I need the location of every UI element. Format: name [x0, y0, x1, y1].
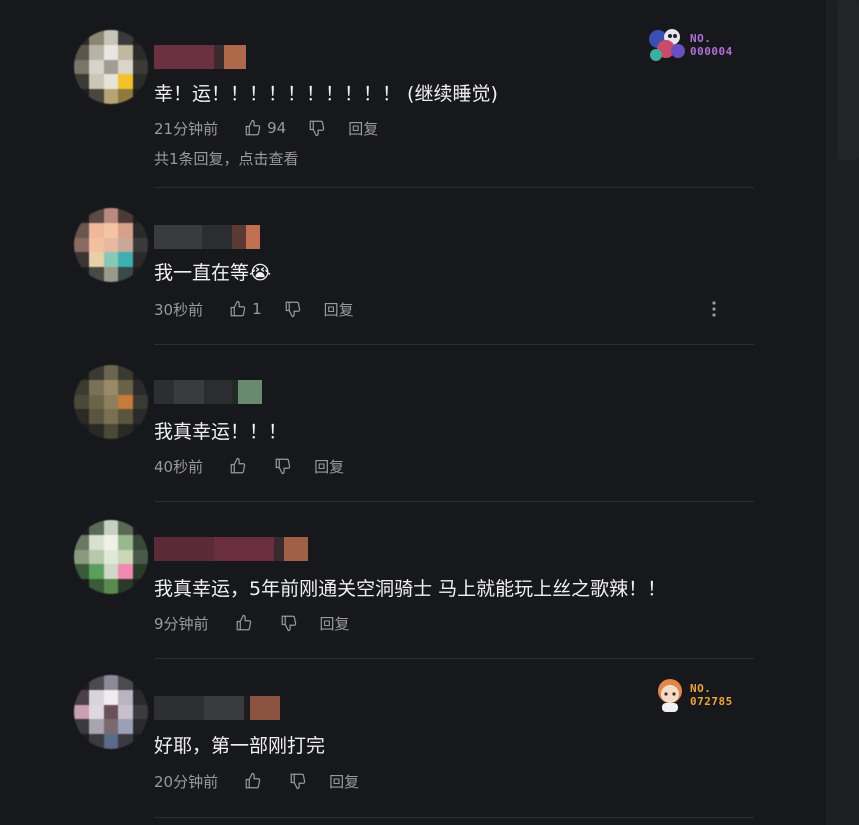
- comment-actions: 40秒前 回复: [154, 455, 344, 477]
- like-button[interactable]: [244, 772, 267, 790]
- thumbs-up-icon: [245, 119, 261, 136]
- thumbs-up-icon: [245, 772, 261, 789]
- username[interactable]: [154, 696, 280, 720]
- scrollbar-thumb[interactable]: [838, 0, 859, 160]
- username[interactable]: [154, 537, 308, 561]
- reply-button[interactable]: 回复: [329, 771, 359, 792]
- username[interactable]: [154, 45, 246, 69]
- comment-time: 9分钟前: [154, 614, 209, 633]
- like-button[interactable]: [229, 457, 252, 475]
- reply-button[interactable]: 回复: [320, 613, 350, 634]
- fan-badge: NO. 072785: [652, 675, 733, 715]
- like-button[interactable]: [235, 614, 258, 632]
- username[interactable]: [154, 380, 262, 404]
- badge-art-icon: [652, 675, 688, 715]
- like-count: 94: [267, 119, 287, 137]
- divider: [154, 817, 754, 818]
- like-count: 1: [252, 300, 262, 318]
- comment-time: 21分钟前: [154, 119, 219, 138]
- avatar[interactable]: [74, 30, 148, 104]
- avatar[interactable]: [74, 520, 148, 594]
- thumbs-up-icon: [236, 614, 251, 631]
- dislike-button[interactable]: [284, 300, 302, 318]
- thumbs-up-icon: [230, 300, 246, 317]
- reply-button[interactable]: 回复: [314, 456, 344, 477]
- reply-button[interactable]: 回复: [324, 299, 354, 320]
- comment-item: 我真幸运！！！ 40秒前 回复: [0, 345, 826, 502]
- comment-list: NO. 000004 幸！运！！！！！！！！！！ (继续睡觉) 21分钟前 94…: [0, 0, 826, 825]
- comment-text: 幸！运！！！！！！！！！！ (继续睡觉): [154, 83, 498, 105]
- username[interactable]: [154, 225, 260, 249]
- fan-badge: NO. 000004: [646, 25, 733, 65]
- thumbs-down-icon: [309, 120, 325, 137]
- like-button[interactable]: 94: [244, 119, 286, 137]
- dislike-button[interactable]: [308, 119, 326, 137]
- thumbs-up-icon: [230, 457, 246, 474]
- dislike-button[interactable]: [274, 457, 292, 475]
- like-button[interactable]: 1: [229, 300, 262, 318]
- comment-item: 我真幸运，5年前刚通关空洞骑士 马上就能玩上丝之歌辣！！ 9分钟前 回复: [0, 502, 826, 659]
- reply-button[interactable]: 回复: [348, 118, 378, 139]
- thumbs-down-icon: [281, 615, 296, 632]
- comment-text: 我一直在等😭: [154, 262, 272, 284]
- thumbs-down-icon: [285, 301, 300, 318]
- comment-actions: 20分钟前 回复: [154, 770, 359, 792]
- comment-text: 好耶，第一部刚打完: [154, 735, 326, 757]
- comment-item: 我一直在等😭 30秒前 1 回复: [0, 188, 826, 345]
- comment-time: 30秒前: [154, 300, 204, 319]
- avatar[interactable]: [74, 675, 148, 749]
- comment-time: 40秒前: [154, 457, 204, 476]
- thumbs-down-icon: [275, 458, 291, 475]
- badge-number: NO. 072785: [690, 682, 733, 708]
- badge-number: NO. 000004: [690, 32, 733, 58]
- comment-actions: 30秒前 1 回复: [154, 298, 354, 320]
- avatar[interactable]: [74, 365, 148, 439]
- comment-actions: 9分钟前 回复: [154, 612, 350, 634]
- comment-text: 我真幸运，5年前刚通关空洞骑士 马上就能玩上丝之歌辣！！: [154, 578, 667, 600]
- view-replies-link[interactable]: 共1条回复，点击查看: [154, 148, 299, 169]
- dislike-button[interactable]: [289, 772, 307, 790]
- comment-item: NO. 000004 幸！运！！！！！！！！！！ (继续睡觉) 21分钟前 94…: [0, 0, 826, 188]
- thumbs-down-icon: [290, 773, 306, 790]
- badge-art-icon: [646, 25, 688, 65]
- dislike-button[interactable]: [280, 614, 298, 632]
- comment-actions: 21分钟前 94 回复: [154, 117, 378, 139]
- comment-text: 我真幸运！！！: [154, 421, 288, 443]
- comment-item: NO. 072785 好耶，第一部刚打完 20分钟前 回复: [0, 659, 826, 825]
- comment-time: 20分钟前: [154, 772, 219, 791]
- avatar[interactable]: [74, 208, 148, 282]
- more-icon[interactable]: [706, 299, 722, 319]
